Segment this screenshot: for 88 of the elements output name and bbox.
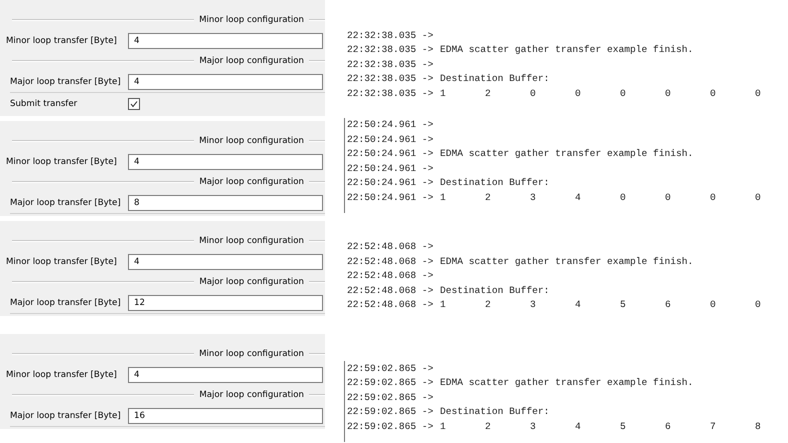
field-label: Minor loop transfer [Byte] <box>6 36 118 46</box>
buffer-value: 1 <box>440 299 447 310</box>
buffer-value: 4 <box>575 192 582 203</box>
buffer-value: 7 <box>710 420 717 432</box>
buffer-value: 0 <box>755 88 761 99</box>
buffer-value: 2 <box>485 88 492 99</box>
buffer-value: 0 <box>755 192 761 203</box>
buffer-value: 0 <box>710 299 717 310</box>
section-heading: Major loop configuration <box>199 177 304 187</box>
buffer-value: 6 <box>665 299 672 310</box>
buffer-value: 0 <box>620 88 627 99</box>
input-field[interactable]: 8 <box>128 194 323 210</box>
section-heading: Minor loop configuration <box>199 136 304 146</box>
log-timestamp: 22:59:02.865 -> <box>347 362 434 374</box>
log-timestamp: 22:32:38.035 -> <box>347 73 434 84</box>
log-timestamp: 22:52:48.068 -> <box>347 241 434 252</box>
log-timestamp: 22:32:38.035 -> <box>347 30 434 41</box>
log-timestamp: 22:52:48.068 -> <box>347 270 434 282</box>
log-timestamp: 22:32:38.035 -> <box>347 58 434 70</box>
log-timestamp: 22:32:38.035 -> <box>347 88 434 99</box>
input-field[interactable]: 4 <box>128 32 323 48</box>
buffer-value: 0 <box>710 88 717 99</box>
section-heading: Minor loop configuration <box>199 349 304 359</box>
buffer-value: 0 <box>665 192 672 203</box>
field-label: Minor loop transfer [Byte] <box>6 156 118 166</box>
input-field[interactable]: 12 <box>128 294 323 310</box>
buffer-value: 4 <box>575 420 582 432</box>
log-timestamp: 22:59:02.865 -> <box>347 420 434 432</box>
buffer-value: 4 <box>575 299 582 310</box>
log-message: EDMA scatter gather transfer example finish. <box>440 377 694 388</box>
log-message: Destination Buffer: <box>440 73 550 84</box>
log-timestamp: 22:59:02.865 -> <box>347 392 434 403</box>
buffer-value: 1 <box>440 88 447 99</box>
section-heading: Minor loop configuration <box>199 15 304 25</box>
section-heading: Major loop configuration <box>199 56 304 66</box>
log-timestamp: 22:59:02.865 -> <box>347 406 434 418</box>
field-label: Major loop transfer [Byte] <box>10 410 122 420</box>
input-field[interactable]: 4 <box>128 154 323 170</box>
log-timestamp: 22:50:24.961 -> <box>347 134 434 145</box>
buffer-value: 2 <box>485 299 492 310</box>
field-label: Minor loop transfer [Byte] <box>6 256 118 266</box>
input-field[interactable]: 4 <box>128 74 323 90</box>
buffer-value: 6 <box>665 420 672 432</box>
log-timestamp: 22:59:02.865 -> <box>347 377 434 388</box>
log-message: Destination Buffer: <box>440 406 550 418</box>
log-timestamp: 22:50:24.961 -> <box>347 162 434 174</box>
buffer-value: 3 <box>530 299 537 310</box>
section-heading: Minor loop configuration <box>199 236 304 246</box>
buffer-value: 0 <box>620 192 627 203</box>
buffer-value: 8 <box>755 420 761 432</box>
buffer-value: 5 <box>620 420 627 432</box>
log-timestamp: 22:52:48.068 -> <box>347 284 434 296</box>
buffer-value: 2 <box>485 420 492 432</box>
buffer-value: 1 <box>440 420 447 432</box>
buffer-value: 0 <box>575 88 582 99</box>
checkbox[interactable] <box>128 98 140 110</box>
buffer-value: 0 <box>710 192 717 203</box>
log-message: Destination Buffer: <box>440 177 550 188</box>
buffer-value: 1 <box>440 192 447 203</box>
log-timestamp: 22:50:24.961 -> <box>347 192 434 203</box>
buffer-value: 3 <box>530 192 537 203</box>
field-label: Major loop transfer [Byte] <box>10 198 122 208</box>
log-timestamp: 22:50:24.961 -> <box>347 119 434 130</box>
field-label: Major loop transfer [Byte] <box>10 298 122 308</box>
field-label: Major loop transfer [Byte] <box>10 76 122 86</box>
log-message: EDMA scatter gather transfer example finish. <box>440 148 694 160</box>
buffer-value: 0 <box>665 88 672 99</box>
log-message: Destination Buffer: <box>440 284 550 296</box>
checkbox-label: Submit transfer <box>10 98 78 108</box>
input-field[interactable]: 4 <box>128 254 323 270</box>
buffer-value: 0 <box>755 299 761 310</box>
input-field[interactable]: 16 <box>128 408 323 424</box>
buffer-value: 0 <box>530 88 537 99</box>
log-timestamp: 22:52:48.068 -> <box>347 299 434 310</box>
log-timestamp: 22:32:38.035 -> <box>347 44 434 56</box>
buffer-value: 2 <box>485 192 492 203</box>
check-icon <box>130 100 138 108</box>
log-timestamp: 22:50:24.961 -> <box>347 148 434 160</box>
log-message: EDMA scatter gather transfer example finish. <box>440 44 694 56</box>
section-heading: Major loop configuration <box>199 277 304 287</box>
log-message: EDMA scatter gather transfer example finish. <box>440 256 694 267</box>
input-field[interactable]: 4 <box>128 366 323 382</box>
buffer-value: 3 <box>530 420 537 432</box>
log-timestamp: 22:50:24.961 -> <box>347 177 434 188</box>
section-heading: Major loop configuration <box>199 390 304 400</box>
field-label: Minor loop transfer [Byte] <box>6 370 118 380</box>
buffer-value: 5 <box>620 299 627 310</box>
log-timestamp: 22:52:48.068 -> <box>347 256 434 267</box>
